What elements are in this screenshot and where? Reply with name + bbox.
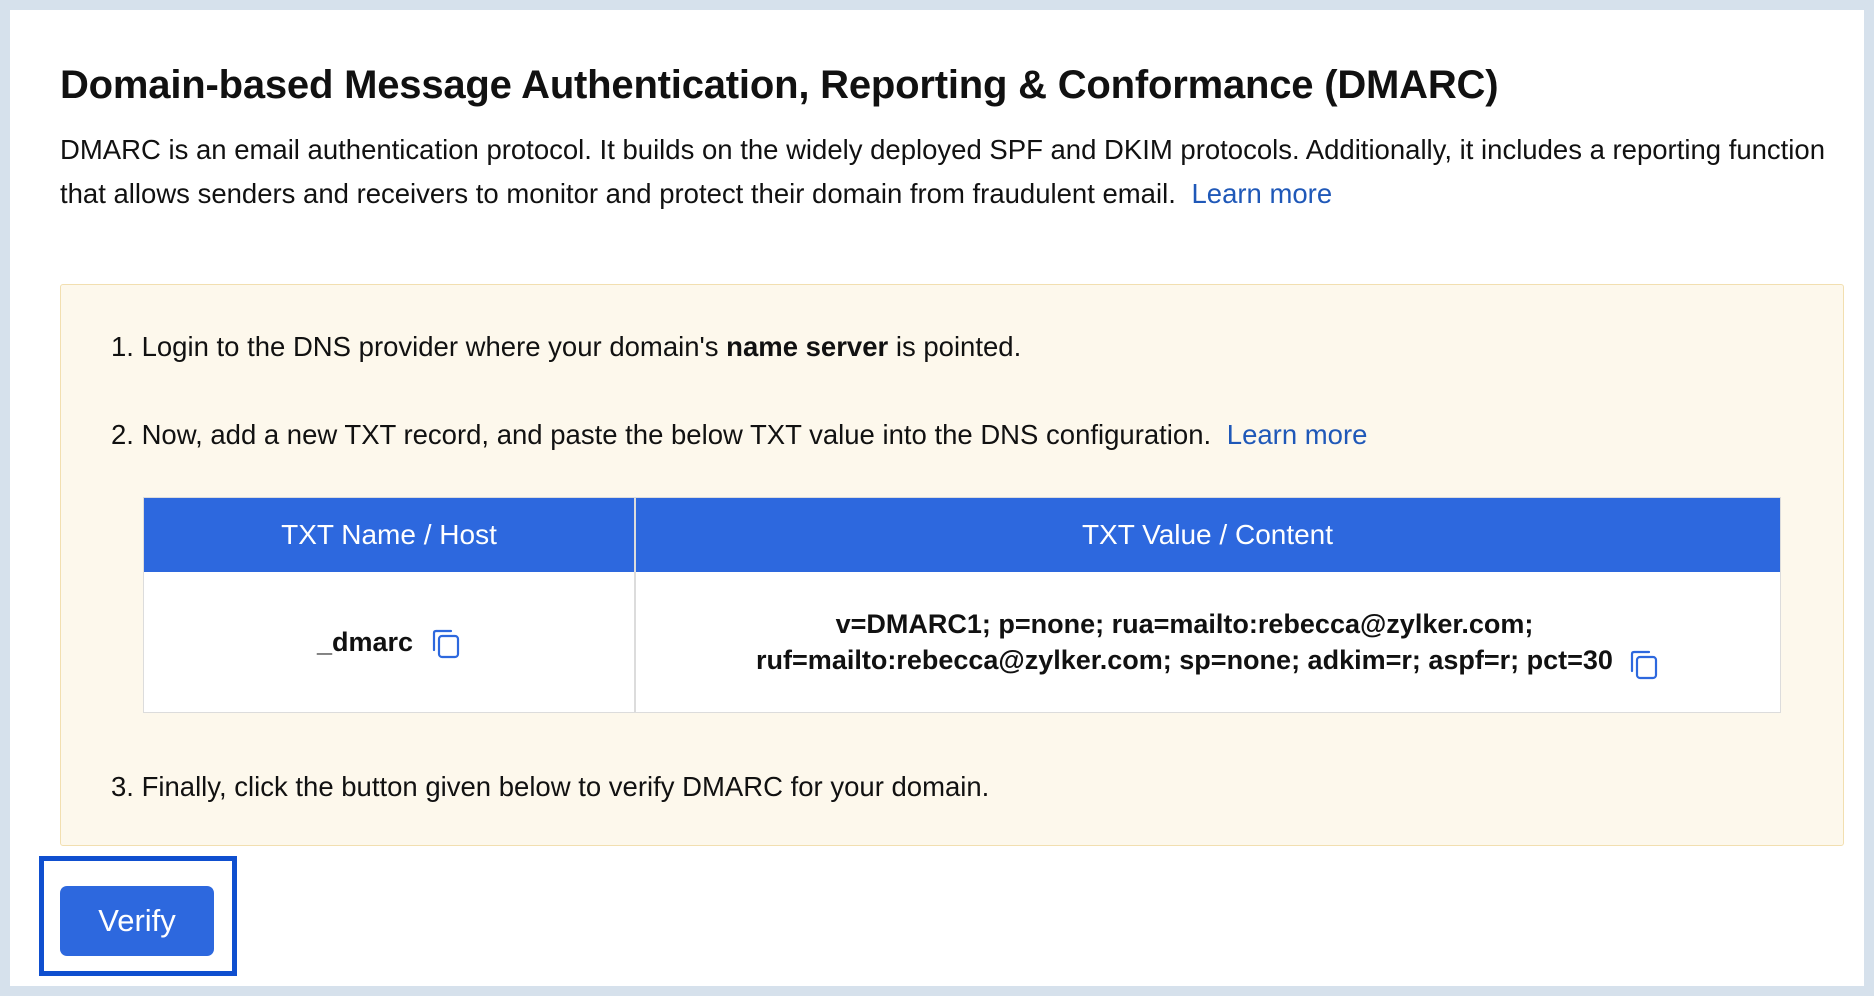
step-1-suffix: is pointed. <box>888 331 1022 362</box>
txt-value-line-1: v=DMARC1; p=none; rua=mailto:rebecca@zyl… <box>835 609 1534 639</box>
copy-icon[interactable] <box>1629 650 1659 680</box>
step-3: 3. Finally, click the button given below… <box>111 771 990 802</box>
step-2-learn-more-link[interactable]: Learn more <box>1227 419 1368 450</box>
table-header: TXT Name / Host TXT Value / Content <box>144 498 1780 572</box>
page-frame: Domain-based Message Authentication, Rep… <box>0 0 1874 996</box>
copy-value-icon-graphic <box>1630 650 1658 680</box>
step-2-text: 2. Now, add a new TXT record, and paste … <box>111 419 1212 450</box>
txt-name-value: _dmarc <box>316 626 414 657</box>
page-description: DMARC is an email authentication protoco… <box>60 128 1850 216</box>
verify-button[interactable]: Verify <box>60 886 214 956</box>
column-header-name: TXT Name / Host <box>281 519 497 550</box>
step-2: 2. Now, add a new TXT record, and paste … <box>111 417 1367 453</box>
step-1-bold: name server <box>726 331 889 362</box>
txt-value-line-2: ruf=mailto:rebecca@zylker.com; sp=none; … <box>756 645 1613 675</box>
txt-value-content: v=DMARC1; p=none; rua=mailto:rebecca@zyl… <box>756 606 1613 678</box>
txt-name-cell: _dmarc <box>144 572 634 712</box>
instructions-panel: 1. Login to the DNS provider where your … <box>60 284 1844 846</box>
description-text: DMARC is an email authentication protoco… <box>60 134 1826 209</box>
column-header-value: TXT Value / Content <box>1081 519 1334 550</box>
step-1: 1. Login to the DNS provider where your … <box>111 329 1021 365</box>
copy-name-icon-graphic <box>432 629 460 659</box>
page-title: Domain-based Message Authentication, Rep… <box>60 63 1499 107</box>
dmarc-header: Domain-based Message Authentication, Rep… <box>60 58 1850 216</box>
copy-icon[interactable] <box>431 629 461 659</box>
txt-value-cell: v=DMARC1; p=none; rua=mailto:rebecca@zyl… <box>635 572 1780 712</box>
dns-record-table: TXT Name / Host TXT Value / Content _dma… <box>143 497 1781 713</box>
learn-more-link[interactable]: Learn more <box>1191 178 1332 209</box>
txt-value-wrap: v=DMARC1; p=none; rua=mailto:rebecca@zyl… <box>756 606 1659 680</box>
step-1-prefix: 1. Login to the DNS provider where your … <box>111 331 727 362</box>
